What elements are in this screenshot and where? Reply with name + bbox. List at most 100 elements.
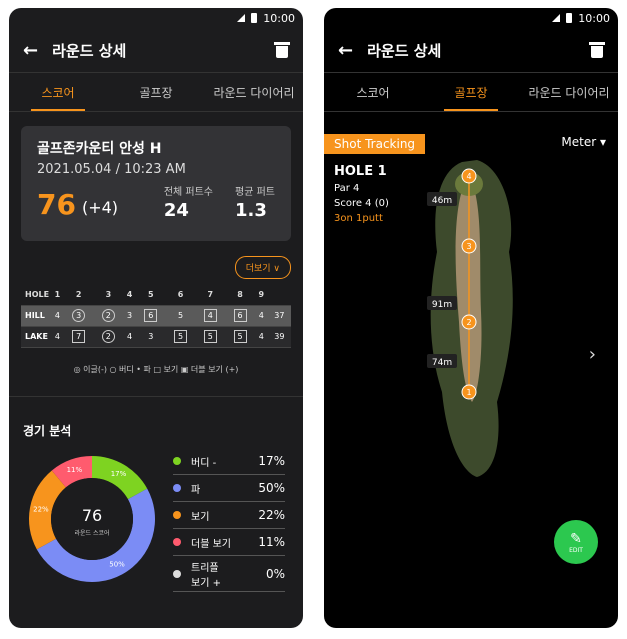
legend-dot-icon [173,538,181,546]
score-value: 4 [54,311,60,320]
score-cell: 4 [123,326,136,348]
tab-bar: 스코어 골프장 라운드 다이어리 [324,72,618,112]
signal-icon [237,14,246,22]
table-header-cell: 1 [51,284,64,306]
slice-label: 11% [67,466,83,474]
score-value: 6 [233,309,247,322]
status-time: 10:00 [578,11,610,25]
trash-icon[interactable] [274,42,290,58]
score-cell: 37 [267,305,291,327]
app-bar: ← 라운드 상세 [324,28,618,72]
score-cell: 3 [123,305,136,327]
page-title: 라운드 상세 [52,41,127,60]
donut-total: 76 [82,506,102,525]
edit-button[interactable]: ✎ EDIT [554,520,598,564]
score-table: HOLE 1 2 3 4 5 6 7 8 9 HILL 4 3 2 3 6 5 4 6 4 37 LAKE 4 7 2 4 3 5 5 5… [21,284,291,348]
score-cell: 3 [63,305,94,327]
score-value: 5 [174,330,188,343]
score-cell: 4 [254,305,268,327]
shot-marker[interactable]: 4 [461,168,477,184]
score-value: 4 [258,332,264,341]
distance-text: 91m [432,300,452,310]
row-name: HILL [21,305,51,327]
tab-diary[interactable]: 라운드 다이어리 [520,73,618,111]
unit-value: Meter [561,135,597,149]
hole-satellite-map[interactable]: 46m 91m 74m 4 3 2 1 [417,152,527,482]
shot-tracking-label: Shot Tracking [324,134,426,154]
shot-marker[interactable]: 1 [461,384,477,400]
avg-putt-label: 평균 퍼트 [235,187,275,198]
distance-label: 74m [427,354,457,368]
analysis-label: 파 [191,484,201,496]
score-cell: 5 [195,326,226,348]
score-value: 4 [127,332,133,341]
avg-putt-value: 1.3 [235,200,267,221]
analysis-item: 트리플 보기 + 0% [173,556,285,592]
edit-label: EDIT [569,546,583,554]
table-row: LAKE 4 7 2 4 3 5 5 5 4 39 [21,326,291,348]
more-label: 더보기 [245,264,271,274]
tab-course[interactable]: 골프장 [107,73,205,111]
unit-select[interactable]: Meter ▾ [561,135,606,149]
hole-title: HOLE 1 [334,164,387,179]
score-summary-card: 골프존카운티 안성 H 2021.05.04 / 10:23 AM 76 (+4… [21,126,291,241]
shot-marker[interactable]: 2 [461,314,477,330]
more-button[interactable]: 더보기 ∨ [234,256,291,279]
caret-down-icon: ▾ [599,135,606,149]
score-value: 4 [203,309,217,322]
analysis-label: 버디 - [191,457,217,469]
score-value: 3 [127,311,133,320]
score-diff: (+4) [81,198,119,217]
trash-icon[interactable] [589,42,605,58]
table-header-cell: HOLE [21,284,51,306]
distance-text: 46m [432,196,452,206]
phone-course-screen: 10:00 ← 라운드 상세 스코어 골프장 라운드 다이어리 Shot Tra… [324,8,618,628]
analysis-label: 보기 [191,511,210,523]
edit-icon: ✎ [570,530,582,547]
slice-label: 50% [109,561,125,569]
next-hole-chevron-icon[interactable]: › [589,344,596,365]
distance-text: 74m [432,358,452,368]
status-bar: 10:00 [324,8,618,28]
putts-value: 24 [163,200,189,221]
total-score: 76 [37,188,76,221]
score-cell: 4 [51,305,64,327]
phone-score-screen: 10:00 ← 라운드 상세 스코어 골프장 라운드 다이어리 골프존카운티 안… [9,8,303,628]
table-header-cell: 2 [63,284,94,306]
score-value: 5 [178,311,184,320]
signal-icon [552,14,561,22]
back-arrow-icon[interactable]: ← [338,40,353,61]
score-cell: 4 [195,305,226,327]
table-header-cell: 8 [225,284,255,306]
analysis-pct: 11% [258,535,285,549]
score-value: 4 [54,332,60,341]
score-cell: 3 [135,326,166,348]
tab-score[interactable]: 스코어 [324,73,422,111]
back-arrow-icon[interactable]: ← [23,40,38,61]
legend-dot-icon [173,457,181,465]
tab-diary[interactable]: 라운드 다이어리 [205,73,303,111]
tab-course[interactable]: 골프장 [422,73,520,111]
analysis-pct: 17% [258,454,285,468]
score-value: 3 [148,332,154,341]
score-cell: 2 [93,305,124,327]
analysis-item: 파 50% [173,475,285,502]
hole-on-putt: 3on 1putt [334,213,383,224]
legend-dot-icon [173,511,181,519]
table-row: HILL 4 3 2 3 6 5 4 6 4 37 [21,305,291,327]
tab-score[interactable]: 스코어 [9,73,107,111]
score-cell: 6 [225,305,255,327]
analysis-list: 버디 - 17% 파 50% 보기 22% 더블 보기 11% 트리플 보기 + 0% [173,448,285,592]
distance-label: 46m [427,192,457,206]
score-cell: 4 [254,326,268,348]
round-date: 2021.05.04 / 10:23 AM [37,162,186,177]
status-time: 10:00 [263,11,295,25]
score-cell: 2 [93,326,124,348]
divider [9,396,303,397]
score-value: 37 [274,311,285,320]
table-header-cell: 3 [93,284,124,306]
shot-marker[interactable]: 3 [461,238,477,254]
table-header-cell: 6 [165,284,196,306]
score-donut-chart: 17% 50% 22% 11% 76 라운드 스코어 [29,456,155,582]
score-cell: 5 [225,326,255,348]
